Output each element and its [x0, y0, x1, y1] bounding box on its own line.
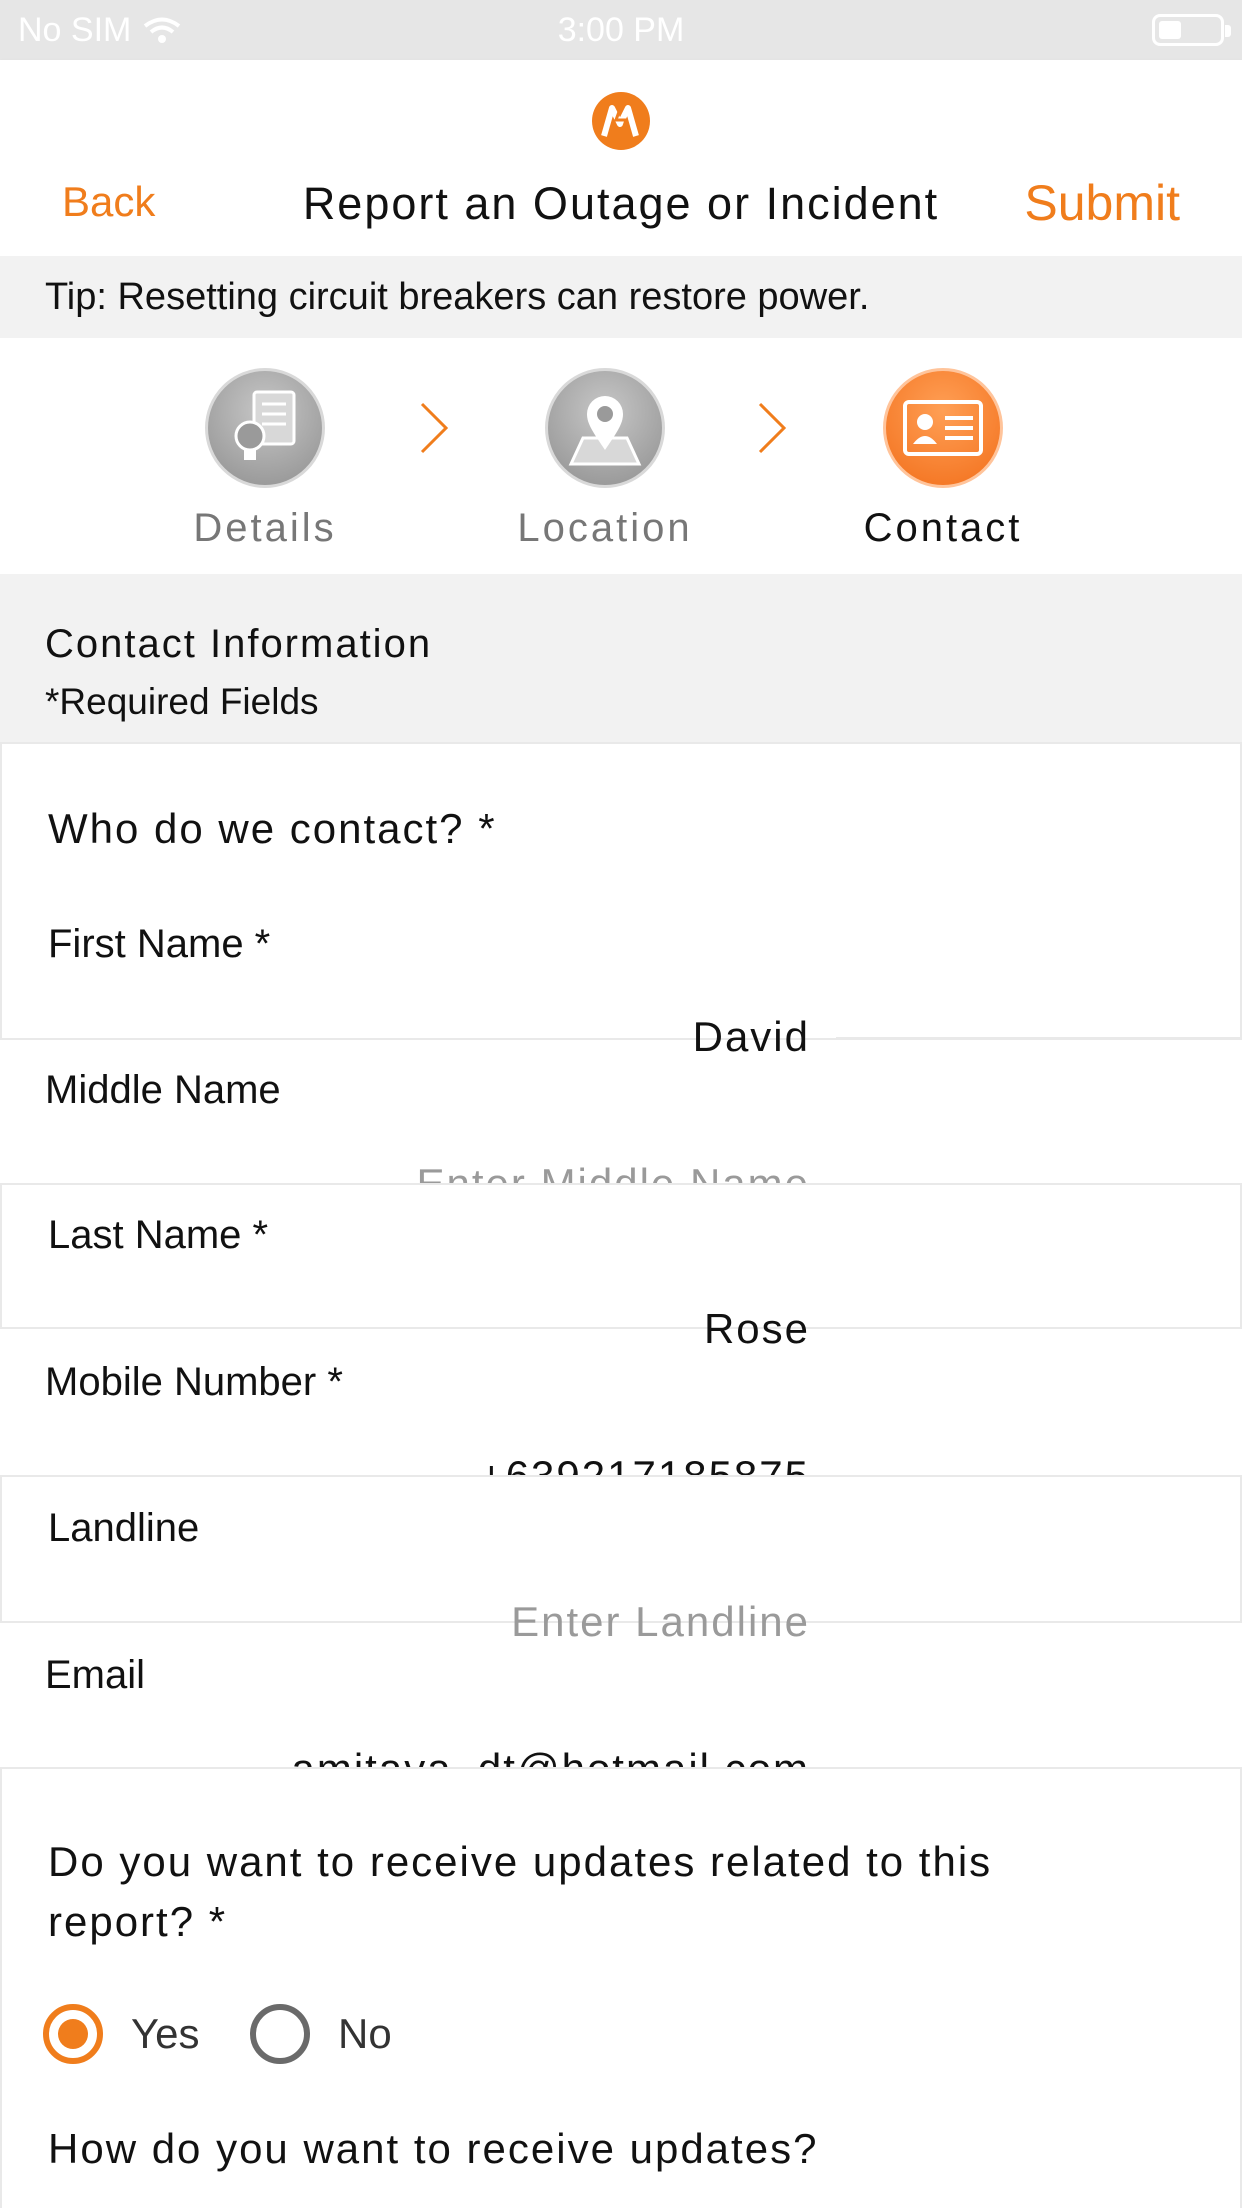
clock: 3:00 PM [557, 11, 685, 49]
contact-question: Who do we contact? * [48, 805, 497, 852]
tip-banner: Tip: Resetting circuit breakers can rest… [0, 256, 1242, 338]
nav-bar: Back Report an Outage or Incident Submit [0, 60, 1242, 256]
step-label: Details [193, 506, 337, 550]
contact-card-icon [903, 400, 983, 456]
last-name-input[interactable]: Rose [704, 1305, 810, 1353]
mobile-number-label: Mobile Number * [45, 1360, 343, 1404]
company-logo-icon [592, 92, 650, 150]
middle-name-label: Middle Name [45, 1068, 281, 1112]
how-updates-question: How do you want to receive updates? [48, 2125, 819, 2172]
updates-no-radio[interactable]: No [250, 2004, 392, 2064]
required-note: *Required Fields [45, 681, 319, 722]
battery-icon [1152, 14, 1231, 46]
step-details[interactable]: Details [150, 368, 380, 551]
step-contact[interactable]: Contact [828, 368, 1058, 551]
step-indicator: Details Location Contact [0, 338, 1242, 574]
email-label: Email [45, 1653, 146, 1697]
divider [836, 1037, 1242, 1039]
updates-question: Do you want to receive updates related t… [48, 1832, 992, 1952]
submit-button[interactable]: Submit [1024, 174, 1180, 232]
radio-selected-icon [43, 2004, 103, 2064]
updates-yes-radio[interactable]: Yes [43, 2004, 200, 2064]
map-pin-icon [568, 396, 642, 466]
landline-input[interactable]: Enter Landline [511, 1598, 810, 1646]
chevron-right-icon [420, 402, 449, 454]
step-location[interactable]: Location [490, 368, 720, 551]
step-label: Contact [863, 506, 1023, 550]
radio-empty-icon [250, 2004, 310, 2064]
radio-label: No [338, 2010, 392, 2057]
updates-question-line: Do you want to receive updates related t… [48, 1838, 993, 1885]
updates-question-line: report? * [48, 1898, 228, 1945]
first-name-input[interactable]: David [693, 1013, 810, 1061]
radio-label: Yes [131, 2010, 200, 2057]
chevron-right-icon [758, 402, 787, 454]
bulb-document-icon [234, 390, 296, 460]
last-name-label: Last Name * [48, 1213, 269, 1257]
first-name-label: First Name * [48, 922, 271, 966]
status-bar: No SIM 3:00 PM [0, 0, 1242, 60]
landline-label: Landline [48, 1506, 200, 1550]
contact-form-top [0, 742, 1242, 1040]
section-title: Contact Information [45, 622, 433, 666]
contact-section-header: Contact Information *Required Fields [0, 574, 1242, 742]
step-label: Location [517, 506, 693, 550]
